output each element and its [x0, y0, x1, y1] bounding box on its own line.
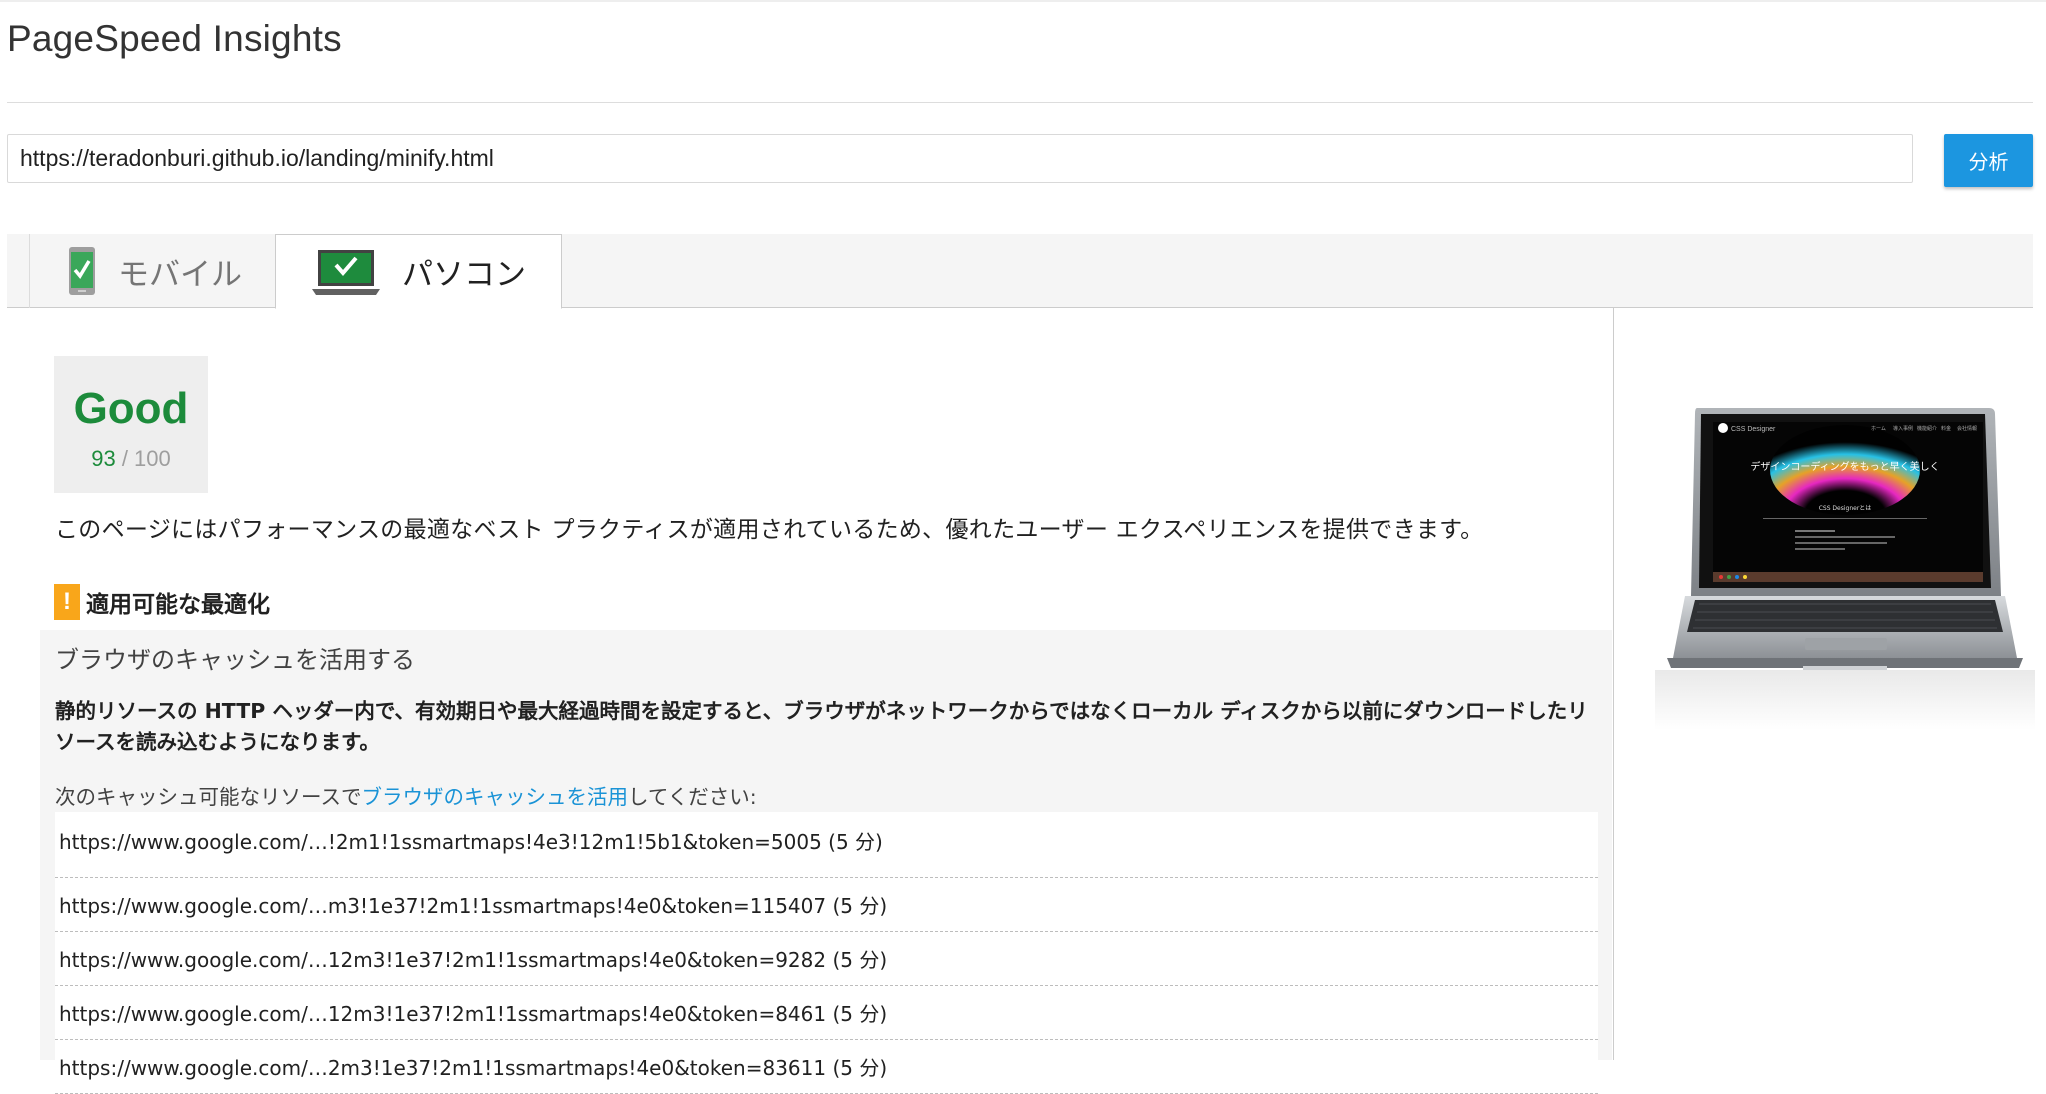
mobile-phone-check-icon	[69, 247, 95, 295]
top-border	[0, 0, 2046, 2]
preview-brand: CSS Designer	[1731, 426, 1776, 433]
tab-mobile[interactable]: モバイル	[29, 234, 279, 308]
rule-title[interactable]: ブラウザのキャッシュを活用する	[55, 640, 415, 675]
tab-desktop-label: パソコン	[402, 257, 526, 293]
leverage-cache-link[interactable]: ブラウザのキャッシュを活用	[361, 785, 628, 809]
hint-suffix: してください:	[627, 785, 757, 809]
rule-description: 静的リソースの HTTP ヘッダー内で、有効期日や最大経過時間を設定すると、ブラ…	[55, 699, 1588, 754]
preview-nav-5: 会社情報	[1957, 425, 1977, 432]
device-tabbar: モバイル パソコン	[7, 234, 2033, 309]
laptop-preview-image: CSS Designer ホーム 導入事例 機能紹介 料金 会社情報 デザインコ…	[1655, 408, 2035, 730]
url-input[interactable]	[7, 134, 1913, 183]
optimizations-header: ! 適用可能な最適化	[54, 584, 270, 620]
list-item: https://www.google.com/…m3!1e37!2m1!1ssm…	[55, 878, 1598, 932]
preview-nav-3: 機能紹介	[1917, 425, 1937, 432]
summary-text: このページにはパフォーマンスの最適なベスト プラクティスが適用されているため、優…	[55, 517, 1484, 543]
header-divider	[7, 102, 2033, 103]
section-title: 適用可能な最適化	[86, 592, 270, 618]
device-preview: CSS Designer ホーム 導入事例 機能紹介 料金 会社情報 デザインコ…	[1655, 400, 2035, 730]
resource-list: https://www.google.com/…!2m1!1ssmartmaps…	[55, 812, 1598, 1094]
rule-hint: 次のキャッシュ可能なリソースでブラウザのキャッシュを活用してください:	[55, 780, 757, 810]
score-number: 93	[91, 446, 116, 471]
preview-nav-2: 導入事例	[1893, 425, 1913, 432]
tab-desktop[interactable]: パソコン	[275, 234, 562, 309]
score-value: 93 / 100	[54, 446, 208, 472]
laptop-check-icon	[312, 249, 380, 295]
rule-panel: ブラウザのキャッシュを活用する 静的リソースの HTTP ヘッダー内で、有効期日…	[40, 630, 1612, 1094]
list-item: https://www.google.com/…!2m1!1ssmartmaps…	[55, 812, 1598, 878]
column-divider	[1613, 308, 1614, 1060]
tab-mobile-label: モバイル	[118, 256, 242, 293]
list-item: https://www.google.com/…2m3!1e37!2m1!1ss…	[55, 1040, 1598, 1094]
score-badge: Good 93 / 100	[54, 356, 208, 493]
hint-prefix: 次のキャッシュ可能なリソースで	[55, 785, 362, 809]
warning-icon: !	[54, 584, 80, 620]
preview-subheading: CSS Designerとは	[1819, 505, 1872, 512]
preview-headline: デザインコーディングをもっと早く美しく	[1750, 460, 1939, 473]
app-title: PageSpeed Insights	[7, 18, 342, 59]
list-item: https://www.google.com/…12m3!1e37!2m1!1s…	[55, 932, 1598, 986]
score-grade: Good	[73, 384, 189, 433]
list-item: https://www.google.com/…12m3!1e37!2m1!1s…	[55, 986, 1598, 1040]
analyze-button[interactable]: 分析	[1944, 134, 2033, 187]
preview-nav-4: 料金	[1941, 425, 1951, 432]
preview-nav-1: ホーム	[1871, 426, 1886, 432]
score-max: / 100	[121, 446, 171, 471]
